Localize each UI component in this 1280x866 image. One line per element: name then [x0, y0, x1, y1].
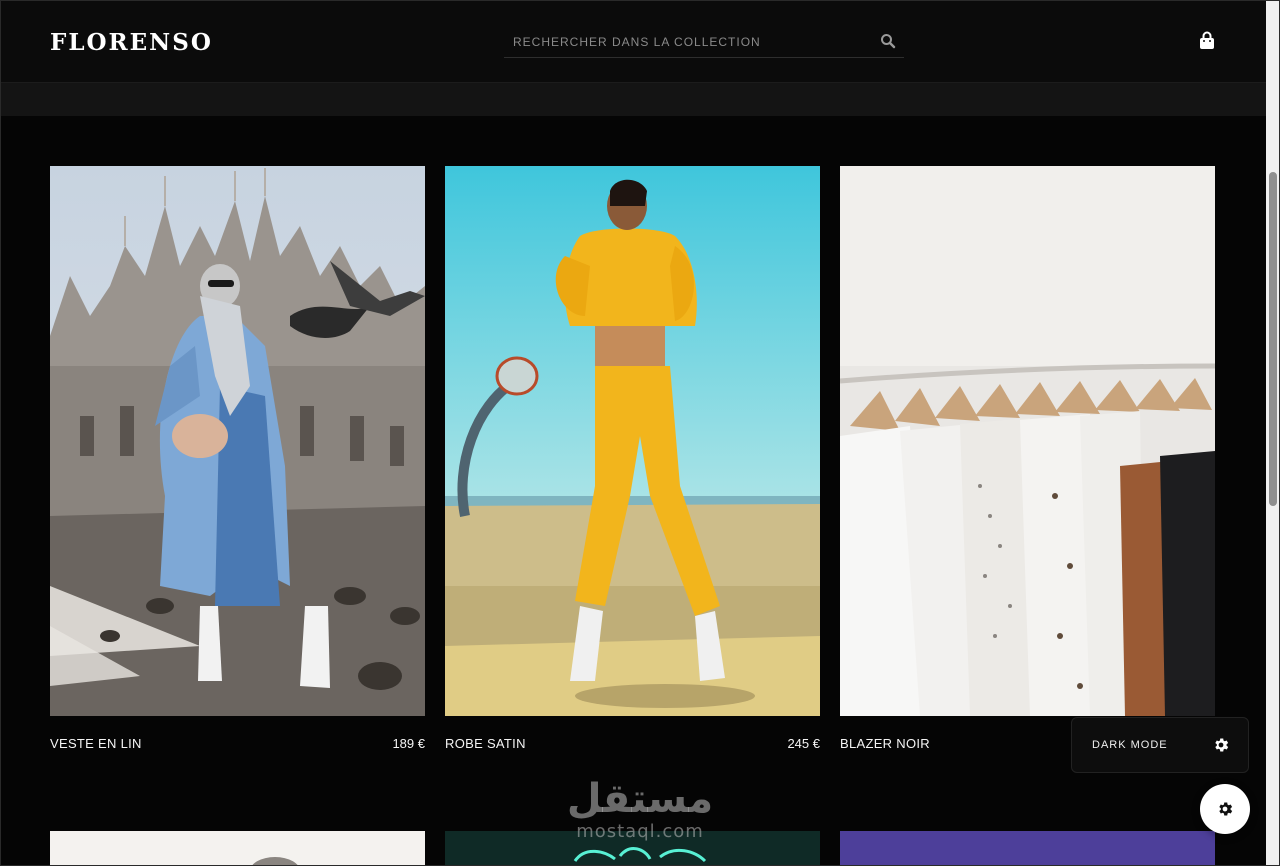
- watermark-latin: mostaql.com: [576, 821, 704, 842]
- gear-icon[interactable]: [1212, 736, 1230, 754]
- gear-icon: [1219, 802, 1233, 816]
- watermark-arabic: مستقل: [566, 776, 714, 822]
- product-name[interactable]: ROBE SATIN: [445, 736, 526, 751]
- dark-mode-label[interactable]: DARK MODE: [1092, 739, 1168, 751]
- search-input[interactable]: [504, 26, 864, 57]
- product-image[interactable]: [50, 166, 425, 716]
- sub-navigation-bar: [0, 83, 1266, 116]
- theme-toggle-panel[interactable]: DARK MODE: [1071, 717, 1249, 773]
- shopping-bag-icon[interactable]: [1198, 31, 1216, 51]
- scrollbar-thumb[interactable]: [1269, 172, 1277, 506]
- search-icon[interactable]: [880, 33, 896, 49]
- product-image[interactable]: [840, 831, 1215, 866]
- product-name[interactable]: VESTE EN LIN: [50, 736, 142, 751]
- site-header: FLORENSO: [0, 0, 1266, 83]
- page-scrollbar[interactable]: [1266, 0, 1280, 866]
- settings-button[interactable]: [1200, 784, 1250, 834]
- product-image[interactable]: [445, 166, 820, 716]
- product-image[interactable]: [840, 166, 1215, 716]
- search-bar: [504, 26, 904, 58]
- product-price: 245 €: [787, 736, 820, 751]
- product-image[interactable]: [50, 831, 425, 866]
- watermark: مستقل mostaql.com: [555, 776, 725, 848]
- product-price: 189 €: [392, 736, 425, 751]
- site-logo[interactable]: FLORENSO: [50, 29, 213, 56]
- product-name[interactable]: BLAZER NOIR: [840, 736, 930, 751]
